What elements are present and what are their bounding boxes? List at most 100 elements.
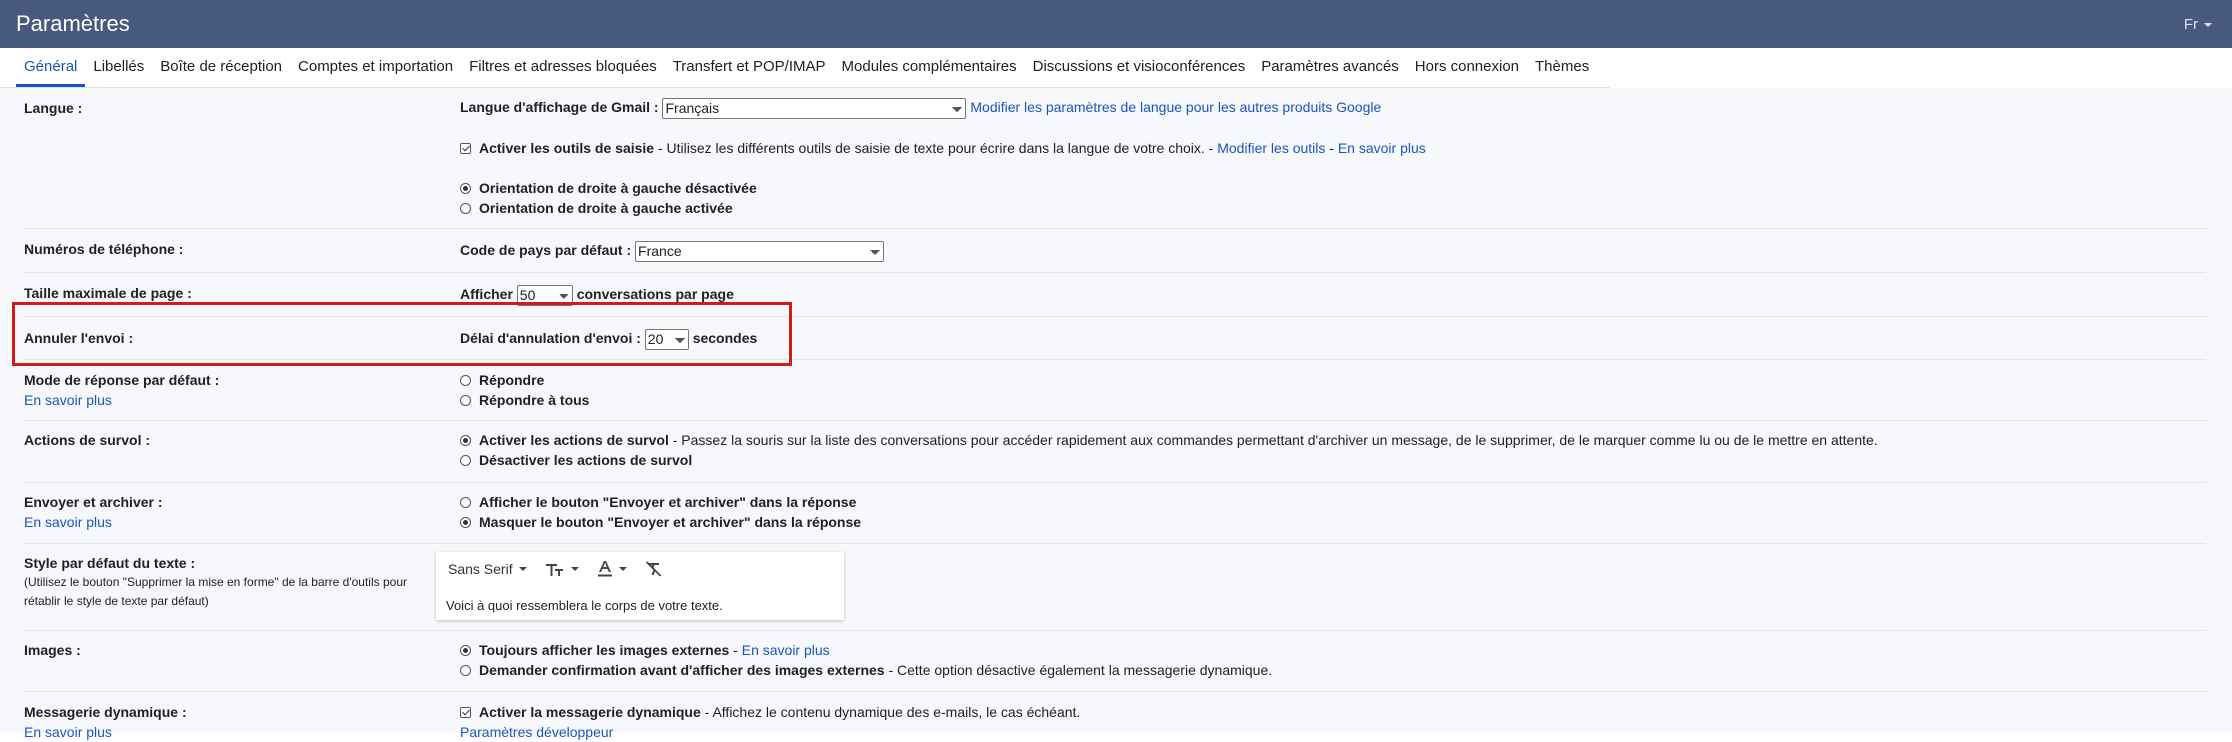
country-code-select[interactable]: France	[635, 240, 885, 262]
language-toggle-label: Fr	[2183, 16, 2198, 33]
setting-row-send-archive: Envoyer et archiver : En savoir plus Aff…	[24, 483, 2206, 544]
images-ask-desc: - Cette option désactive également la me…	[884, 662, 1273, 678]
input-tools: Activer les outils de saisie - Utilisez …	[460, 138, 1426, 158]
send-archive-options: Afficher le bouton "Envoyer et archiver"…	[460, 492, 861, 532]
rtl-on-label: Orientation de droite à gauche activée	[479, 200, 733, 216]
dynamic-mail-desc: - Affichez le contenu dynamique des e-ma…	[700, 704, 1081, 720]
dynamic-mail-learn-more-link[interactable]: En savoir plus	[24, 722, 187, 742]
reply-all-radio[interactable]	[460, 394, 471, 406]
send-archive-label: Envoyer et archiver :	[24, 494, 163, 510]
reply-mode-options: Répondre Répondre à tous	[460, 370, 589, 410]
hover-actions-label: Actions de survol :	[24, 432, 151, 448]
tab-themes[interactable]: Thèmes	[1527, 48, 1597, 87]
developer-settings-link[interactable]: Paramètres développeur	[460, 722, 1080, 742]
text-style-label: Style par défaut du texte :	[24, 555, 196, 571]
dynamic-mail-checkbox[interactable]	[460, 706, 471, 718]
tab-labels[interactable]: Libellés	[85, 48, 152, 87]
send-archive-show-label: Afficher le bouton "Envoyer et archiver"…	[479, 494, 857, 510]
tab-advanced[interactable]: Paramètres avancés	[1253, 48, 1407, 87]
input-tools-desc: - Utilisez les différents outils de sais…	[654, 140, 1218, 156]
rtl-off-label: Orientation de droite à gauche désactivé…	[479, 180, 757, 196]
images-ask-radio[interactable]	[460, 664, 471, 676]
images-always-radio[interactable]	[460, 644, 471, 656]
font-family-dropdown[interactable]: Sans Serif	[448, 561, 527, 577]
settings-tabs: Général Libellés Boîte de réception Comp…	[16, 48, 1597, 87]
rtl-options: Orientation de droite à gauche désactivé…	[460, 178, 757, 218]
reply-mode-label-group: Mode de réponse par défaut : En savoir p…	[24, 370, 219, 410]
reply-mode-label: Mode de réponse par défaut :	[24, 372, 220, 388]
language-toggle[interactable]: Fr	[2184, 16, 2212, 33]
font-family-value: Sans Serif	[448, 561, 513, 577]
tab-inbox[interactable]: Boîte de réception	[152, 48, 290, 87]
remove-formatting-button[interactable]	[645, 561, 663, 577]
setting-row-language: Langue : Langue d'affichage de Gmail : F…	[24, 88, 2206, 229]
text-style-preview: Voici à quoi ressemblera le corps de vot…	[446, 598, 723, 613]
language-label: Langue :	[24, 100, 83, 116]
page-size-prefix: Afficher	[460, 286, 513, 302]
rtl-off-radio[interactable]	[460, 182, 471, 194]
hover-actions-options: Activer les actions de survol - Passez l…	[460, 430, 1878, 470]
input-tools-learn-more-link[interactable]: En savoir plus	[1338, 138, 1426, 158]
tab-chat-meet[interactable]: Discussions et visioconférences	[1025, 48, 1254, 87]
hover-enable-desc: - Passez la souris sur la liste des conv…	[668, 432, 1878, 448]
images-label: Images :	[24, 642, 81, 658]
text-style-toolbar: Sans Serif	[448, 560, 681, 578]
page-size-label: Taille maximale de page :	[24, 285, 192, 301]
country-code: Code de pays par défaut : France	[460, 240, 885, 262]
dynamic-mail-options: Activer la messagerie dynamique - Affich…	[460, 702, 1080, 742]
tab-filters[interactable]: Filtres et adresses bloquées	[461, 48, 665, 87]
hover-disable-label: Désactiver les actions de survol	[479, 452, 693, 468]
reply-radio[interactable]	[460, 374, 471, 386]
send-archive-learn-more-link[interactable]: En savoir plus	[24, 512, 163, 532]
setting-row-reply-mode: Mode de réponse par défaut : En savoir p…	[24, 360, 2206, 421]
chevron-down-icon	[518, 567, 527, 571]
setting-row-phone: Numéros de téléphone : Code de pays par …	[24, 229, 2206, 273]
images-ask-label: Demander confirmation avant d'afficher d…	[479, 662, 885, 678]
hover-enable-radio[interactable]	[460, 434, 471, 446]
text-size-icon	[545, 564, 563, 576]
tab-addons[interactable]: Modules complémentaires	[834, 48, 1025, 87]
chevron-down-icon	[618, 567, 627, 571]
setting-row-dynamic-mail: Messagerie dynamique : En savoir plus Ac…	[24, 692, 2206, 740]
display-language-select[interactable]: Français	[662, 97, 967, 119]
undo-send-highlight	[12, 302, 792, 366]
rtl-on-radio[interactable]	[460, 202, 471, 214]
images-learn-more-link[interactable]: En savoir plus	[742, 640, 830, 660]
reply-all-label: Répondre à tous	[479, 392, 590, 408]
other-products-language-link[interactable]: Modifier les paramètres de langue pour l…	[970, 99, 1381, 115]
reply-mode-learn-more-link[interactable]: En savoir plus	[24, 390, 219, 410]
send-archive-label-group: Envoyer et archiver : En savoir plus	[24, 492, 163, 532]
send-archive-show-radio[interactable]	[460, 496, 471, 508]
font-size-dropdown[interactable]	[545, 561, 579, 577]
dynamic-mail-enable-label: Activer la messagerie dynamique	[479, 704, 701, 720]
dynamic-mail-label-group: Messagerie dynamique : En savoir plus	[24, 702, 187, 742]
country-code-label: Code de pays par défaut :	[460, 242, 632, 258]
input-tools-checkbox[interactable]	[460, 142, 471, 154]
setting-row-text-style: Style par défaut du texte : (Utilisez le…	[24, 544, 2206, 631]
text-style-hint-line2: rétablir le style de texte par défaut)	[24, 594, 209, 608]
text-style-editor: Sans Serif Voici à quoi ressemblera le c…	[436, 552, 844, 620]
images-always-sep: -	[729, 642, 742, 658]
tab-offline[interactable]: Hors connexion	[1407, 48, 1527, 87]
dynamic-mail-label: Messagerie dynamique :	[24, 704, 187, 720]
page-title: Paramètres	[16, 11, 130, 36]
text-color-dropdown[interactable]	[597, 560, 627, 578]
remove-formatting-icon	[645, 561, 661, 577]
setting-row-hover-actions: Actions de survol : Activer les actions …	[24, 421, 2206, 483]
top-header: Paramètres Fr	[0, 0, 2232, 48]
page-size-suffix: conversations par page	[576, 286, 734, 302]
link-separator: -	[1325, 140, 1338, 156]
tab-forwarding[interactable]: Transfert et POP/IMAP	[665, 48, 834, 87]
chevron-down-icon	[2204, 22, 2212, 27]
text-style-label-group: Style par défaut du texte : (Utilisez le…	[24, 553, 407, 611]
hover-enable-label: Activer les actions de survol	[479, 432, 669, 448]
chevron-down-icon	[570, 567, 579, 571]
text-style-hint-line1: (Utilisez le bouton "Supprimer la mise e…	[24, 575, 407, 589]
tab-general[interactable]: Général	[16, 48, 86, 87]
images-always-label: Toujours afficher les images externes	[479, 642, 730, 658]
send-archive-hide-radio[interactable]	[460, 516, 471, 528]
edit-input-tools-link[interactable]: Modifier les outils	[1217, 138, 1325, 158]
tab-accounts[interactable]: Comptes et importation	[290, 48, 461, 87]
hover-disable-radio[interactable]	[460, 454, 471, 466]
setting-row-images: Images : Toujours afficher les images ex…	[24, 631, 2206, 692]
